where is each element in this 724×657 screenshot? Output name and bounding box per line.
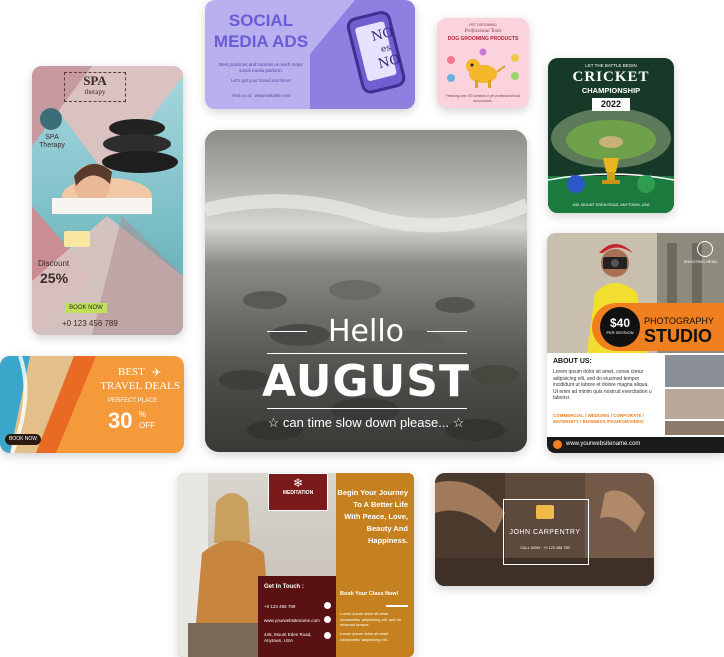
med-lorem-2: Lorem ipsum dolor sit amet consectetur a… — [340, 631, 389, 642]
social-title-line1: SOCIAL — [228, 11, 294, 30]
hero-line-bottom — [267, 408, 467, 409]
travel-off: OFF — [139, 421, 155, 430]
photo-thumb-1 — [665, 355, 724, 387]
spa-discount-label: Discount — [38, 259, 70, 268]
location-icon — [324, 632, 331, 639]
photo-website[interactable]: www.yourwebsitename.com — [566, 441, 640, 447]
phone-icon — [324, 602, 331, 609]
photo-price-sub: PER SESSION — [606, 330, 634, 335]
spa-subtitle: therapy — [84, 88, 106, 96]
spa-book-button[interactable]: BOOK NOW — [65, 303, 107, 313]
med-divider — [386, 605, 408, 607]
cricket-top: LET THE BATTLE BEGIN — [585, 63, 637, 68]
social-url: Visit us at : www.website.com — [231, 93, 291, 98]
med-cta[interactable]: Book Your Class Now! — [340, 591, 398, 597]
med-web[interactable]: www.yourwebsitename.com — [264, 618, 320, 623]
social-title-line2: MEDIA ADS — [213, 32, 309, 51]
photo-thumb-3 — [665, 421, 724, 435]
travel-value: 30 — [108, 408, 133, 433]
photo-thumb-2 — [665, 389, 724, 419]
star-icon: ☆ — [452, 415, 465, 430]
med-contact-title: Get In Touch : — [264, 584, 304, 590]
dog-illustration — [447, 48, 519, 88]
spa-therapy-card[interactable]: SPA therapy SPA Therapy Discount 25% BOO… — [32, 66, 183, 335]
social-media-ads-card[interactable]: SOCIAL MEDIA ADS Best practices and tuto… — [205, 0, 415, 109]
cricket-address: 445, MOUNT EDEN ROAD, ANYTOWN, USA — [572, 203, 650, 207]
spa-title: SPA — [83, 73, 107, 88]
globe-icon — [553, 440, 562, 449]
cricket-year: 2022 — [592, 98, 630, 111]
photo-price: $40 — [609, 316, 631, 330]
social-sub: Let's get your brand out there! — [231, 78, 291, 83]
spa-phone: +0 123 456 789 — [62, 319, 118, 328]
photo-about-text: Lorem ipsum dolor sit amet, conse ctetur… — [553, 369, 652, 401]
travel-perfect: PERFECT PLACE — [108, 398, 158, 404]
cricket-title: CRICKET — [572, 69, 650, 85]
hero-line-mid — [267, 353, 467, 354]
dog-grooming-card[interactable]: PET GROOMING Professional Tools DOG GROO… — [437, 18, 529, 108]
toolbox-icon — [536, 505, 554, 519]
spa-logo-label: SPA Therapy — [39, 134, 65, 149]
travel-deals-card[interactable]: BEST ✈ TRAVEL DEALS PERFECT PLACE 30 % O… — [0, 356, 184, 453]
camera-logo-icon — [697, 241, 713, 257]
med-address: 445, Mount Eden Road, Anytown, USA — [264, 632, 312, 643]
dog-script: Professional Tools — [464, 29, 502, 34]
dog-title: DOG GROOMING PRODUCTS — [447, 36, 519, 42]
photo-categories: COMMERCIAL / WEDDING / CORPORATE / MATER… — [553, 413, 645, 424]
meditation-card[interactable]: ❄ MEDITATION Begin Your Journey To A Bet… — [178, 473, 414, 657]
spa-discount-value: 25% — [40, 270, 69, 286]
med-badge-label: MEDITATION — [282, 490, 314, 496]
carp-title: JOHN CARPENTRY — [509, 529, 581, 536]
photo-title-2: STUDIO — [644, 326, 713, 346]
travel-percent: % — [139, 410, 147, 419]
spa-logo-icon — [40, 108, 62, 130]
med-quote: Begin Your Journey To A Better Life With… — [337, 488, 408, 545]
hero-tagline: can time slow down please... — [282, 415, 450, 430]
photography-studio-card[interactable]: SHOOTING HEAD $40 PER SESSION PHOTOGRAPH… — [547, 233, 724, 453]
travel-deals: TRAVEL DEALS — [100, 380, 180, 392]
med-phone: +0 123 456 789 — [264, 604, 296, 609]
photo-footer: www.yourwebsitename.com — [547, 437, 724, 453]
star-icon: ☆ — [267, 415, 280, 430]
dog-small-label: PET GROOMING — [469, 23, 497, 27]
cricket-subtitle: CHAMPIONSHIP — [581, 86, 641, 95]
dog-footer: Featuring over 200 varieties of pet prof… — [445, 94, 521, 103]
med-lorem-1: Lorem ipsum dolor sit amet consectetur a… — [340, 611, 401, 627]
travel-best: BEST — [118, 366, 145, 378]
photo-title-1: PHOTOGRAPHY — [644, 316, 714, 326]
cricket-championship-card[interactable]: LET THE BATTLE BEGIN CRICKET CHAMPIONSHI… — [548, 58, 674, 213]
med-contact-box: Get In Touch : +0 123 456 789 www.yourwe… — [258, 576, 336, 657]
carp-sub: CALL NOW : +0 123 456 789 — [520, 546, 570, 550]
photo-price-badge: $40 PER SESSION — [600, 307, 640, 347]
snowflake-icon: ❄ — [292, 476, 304, 490]
spa-shapes — [32, 66, 183, 335]
carpentry-card[interactable]: JOHN CARPENTRY CALL NOW : +0 123 456 789 — [435, 473, 654, 586]
hello-august-card[interactable]: Hello AUGUST ☆ can time slow down please… — [205, 130, 527, 452]
social-body: Best practices and tutorials on each maj… — [219, 62, 303, 73]
photo-brand: SHOOTING HEAD — [683, 259, 718, 264]
globe-icon — [324, 616, 331, 623]
spa-title-box: SPA therapy — [64, 72, 126, 102]
photo-about-title: ABOUT US: — [553, 358, 592, 365]
travel-book-button[interactable]: BOOK NOW — [5, 434, 41, 445]
airplane-icon: ✈ — [152, 367, 162, 379]
hero-month: AUGUST — [262, 356, 470, 407]
med-badge: ❄ MEDITATION — [268, 473, 328, 511]
hero-hello: Hello — [327, 314, 405, 349]
